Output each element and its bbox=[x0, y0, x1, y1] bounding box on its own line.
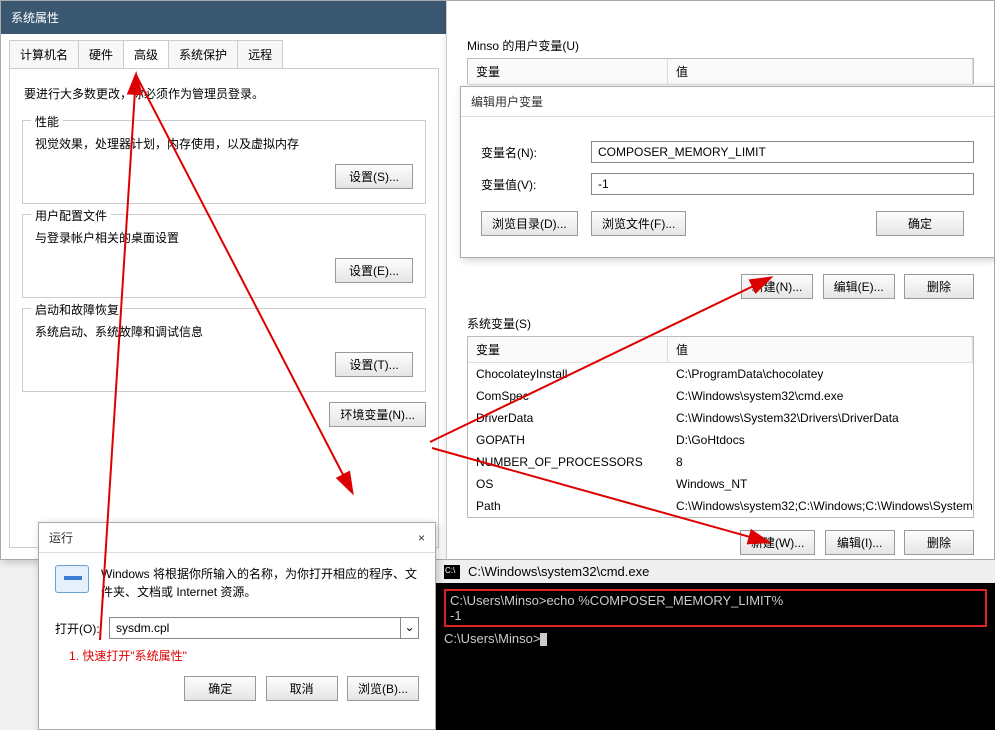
user-delete-button[interactable]: 删除 bbox=[904, 274, 974, 299]
run-tip-annotation: 1. 快速打开"系统属性" bbox=[55, 643, 419, 672]
tab-remote[interactable]: 远程 bbox=[237, 40, 283, 68]
var-name-input[interactable] bbox=[591, 141, 974, 163]
startup-recovery-settings-button[interactable]: 设置(T)... bbox=[335, 352, 413, 377]
cmd-terminal[interactable]: C:\Users\Minso>echo %COMPOSER_MEMORY_LIM… bbox=[436, 583, 995, 652]
tab-advanced[interactable]: 高级 bbox=[123, 40, 169, 68]
run-ok-button[interactable]: 确定 bbox=[184, 676, 256, 701]
sys-table-header-var: 变量 bbox=[468, 337, 668, 362]
editvar-ok-button[interactable]: 确定 bbox=[876, 211, 964, 236]
performance-desc: 视觉效果，处理器计划，内存使用，以及虚拟内存 bbox=[35, 129, 413, 164]
run-dialog: 运行 × Windows 将根据你所输入的名称，为你打开相应的程序、文件夹、文档… bbox=[38, 522, 436, 730]
var-value-label: 变量值(V): bbox=[481, 176, 591, 193]
table-row[interactable]: OSWindows_NT bbox=[468, 473, 973, 495]
user-profiles-legend: 用户配置文件 bbox=[31, 207, 111, 224]
startup-recovery-group: 启动和故障恢复 系统启动、系统故障和调试信息 设置(T)... bbox=[22, 308, 426, 392]
startup-recovery-desc: 系统启动、系统故障和调试信息 bbox=[35, 317, 413, 352]
environment-variables-button[interactable]: 环境变量(N)... bbox=[329, 402, 426, 427]
open-combobox[interactable]: ⌄ bbox=[109, 617, 419, 639]
browse-directory-button[interactable]: 浏览目录(D)... bbox=[481, 211, 578, 236]
tab-panel-advanced: 要进行大多数更改，你必须作为管理员登录。 性能 视觉效果，处理器计划，内存使用，… bbox=[9, 68, 439, 548]
table-row[interactable]: GOPATHD:\GoHtdocs bbox=[468, 429, 973, 451]
user-vars-buttons: 新建(N)... 编辑(E)... 删除 bbox=[447, 270, 994, 309]
cmd-prompt: C:\Users\Minso> bbox=[444, 631, 540, 646]
user-table-header-var: 变量 bbox=[468, 59, 668, 84]
tab-hardware[interactable]: 硬件 bbox=[78, 40, 124, 68]
run-icon bbox=[55, 565, 89, 593]
run-title: 运行 bbox=[49, 529, 73, 546]
var-value-input[interactable] bbox=[591, 173, 974, 195]
user-vars-table[interactable]: 变量 值 bbox=[467, 58, 974, 84]
cmd-window: C:\Windows\system32\cmd.exe C:\Users\Min… bbox=[436, 560, 995, 730]
table-row[interactable]: ChocolateyInstallC:\ProgramData\chocolat… bbox=[468, 363, 973, 385]
var-name-label: 变量名(N): bbox=[481, 144, 591, 161]
user-profiles-group: 用户配置文件 与登录帐户相关的桌面设置 设置(E)... bbox=[22, 214, 426, 298]
run-description: Windows 将根据你所输入的名称，为你打开相应的程序、文件夹、文档或 Int… bbox=[101, 565, 419, 601]
browse-file-button[interactable]: 浏览文件(F)... bbox=[591, 211, 686, 236]
performance-legend: 性能 bbox=[31, 113, 63, 130]
tab-computer-name[interactable]: 计算机名 bbox=[9, 40, 79, 68]
sys-vars-table[interactable]: 变量 值 ChocolateyInstallC:\ProgramData\cho… bbox=[467, 336, 974, 518]
table-row[interactable]: NUMBER_OF_PROCESSORS8 bbox=[468, 451, 973, 473]
table-row[interactable]: PathC:\Windows\system32;C:\Windows;C:\Wi… bbox=[468, 495, 973, 517]
chevron-down-icon[interactable]: ⌄ bbox=[400, 618, 418, 638]
cmd-highlight-box: C:\Users\Minso>echo %COMPOSER_MEMORY_LIM… bbox=[444, 589, 987, 627]
sysprops-tabs: 计算机名 硬件 高级 系统保护 远程 bbox=[1, 34, 447, 68]
cmd-cursor bbox=[540, 633, 547, 646]
system-properties-window: 系统属性 计算机名 硬件 高级 系统保护 远程 要进行大多数更改，你必须作为管理… bbox=[0, 0, 448, 560]
tab-system-protection[interactable]: 系统保护 bbox=[168, 40, 238, 68]
editvar-title: 编辑用户变量 bbox=[461, 87, 994, 117]
sysprops-title: 系统属性 bbox=[1, 1, 447, 34]
open-input[interactable] bbox=[110, 618, 400, 638]
run-cancel-button[interactable]: 取消 bbox=[266, 676, 338, 701]
sys-table-header-val: 值 bbox=[668, 337, 973, 362]
cmd-title: C:\Windows\system32\cmd.exe bbox=[468, 564, 649, 579]
sys-vars-section-label: 系统变量(S) bbox=[447, 309, 994, 336]
user-edit-button[interactable]: 编辑(E)... bbox=[823, 274, 895, 299]
sys-delete-button[interactable]: 删除 bbox=[904, 530, 974, 555]
cmd-line-result: -1 bbox=[450, 608, 981, 623]
startup-recovery-legend: 启动和故障恢复 bbox=[31, 301, 123, 318]
table-row[interactable]: ComSpecC:\Windows\system32\cmd.exe bbox=[468, 385, 973, 407]
run-browse-button[interactable]: 浏览(B)... bbox=[347, 676, 419, 701]
admin-note: 要进行大多数更改，你必须作为管理员登录。 bbox=[22, 81, 426, 110]
close-icon[interactable]: × bbox=[418, 531, 425, 545]
cmd-icon bbox=[444, 565, 460, 579]
sys-edit-button[interactable]: 编辑(I)... bbox=[825, 530, 895, 555]
user-vars-section-label: Minso 的用户变量(U) bbox=[447, 31, 994, 58]
user-profiles-desc: 与登录帐户相关的桌面设置 bbox=[35, 223, 413, 258]
user-new-button[interactable]: 新建(N)... bbox=[741, 274, 814, 299]
performance-settings-button[interactable]: 设置(S)... bbox=[335, 164, 413, 189]
performance-group: 性能 视觉效果，处理器计划，内存使用，以及虚拟内存 设置(S)... bbox=[22, 120, 426, 204]
open-label: 打开(O): bbox=[55, 620, 109, 637]
cmd-line-echo: C:\Users\Minso>echo %COMPOSER_MEMORY_LIM… bbox=[450, 593, 981, 608]
user-table-header-val: 值 bbox=[668, 59, 973, 84]
environment-variables-window: Minso 的用户变量(U) 变量 值 新建(N)... 编辑(E)... 删除… bbox=[446, 0, 995, 560]
edit-user-variable-dialog: 编辑用户变量 变量名(N): 变量值(V): 浏览目录(D)... 浏览文件(F… bbox=[460, 86, 995, 258]
table-row[interactable]: DriverDataC:\Windows\System32\Drivers\Dr… bbox=[468, 407, 973, 429]
user-profiles-settings-button[interactable]: 设置(E)... bbox=[335, 258, 413, 283]
sys-new-button[interactable]: 新建(W)... bbox=[740, 530, 815, 555]
